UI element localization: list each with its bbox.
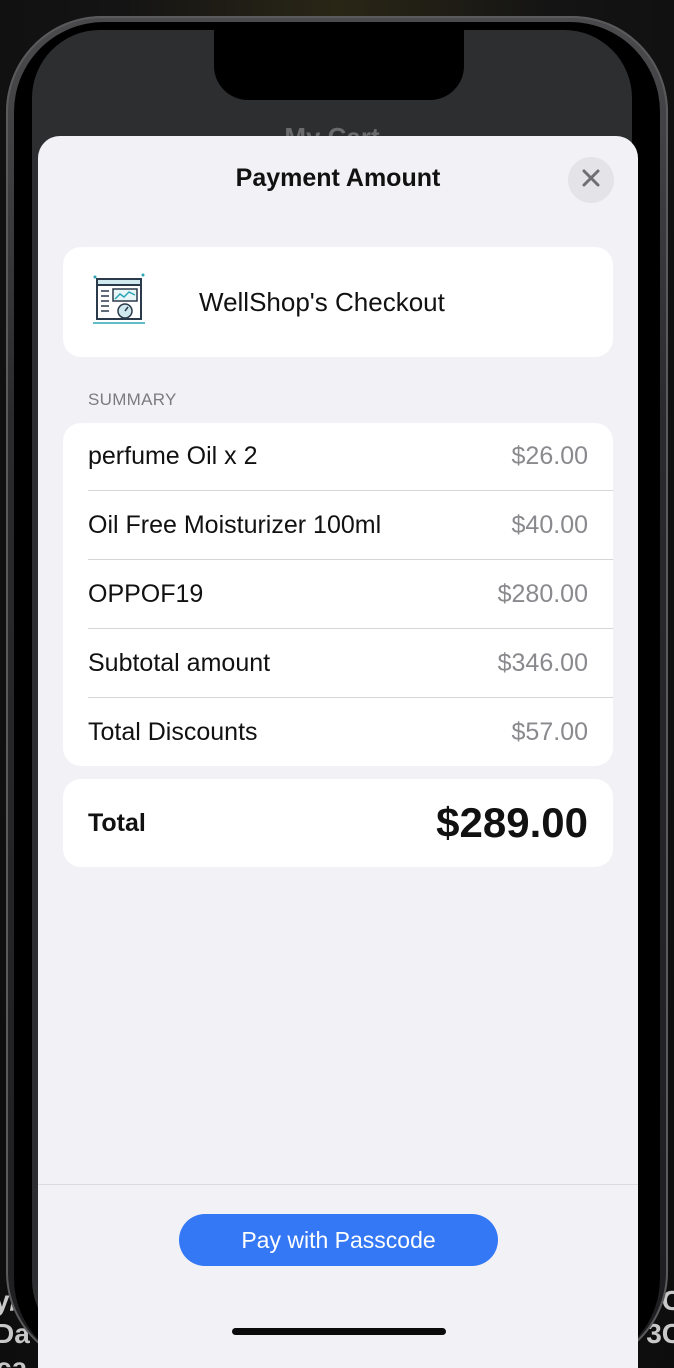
summary-row: Oil Free Moisturizer 100ml $40.00 <box>63 492 613 560</box>
summary-row-label: Oil Free Moisturizer 100ml <box>88 511 382 539</box>
summary-row-value: $57.00 <box>511 718 588 746</box>
summary-row-label: Total Discounts <box>88 718 258 746</box>
summary-row-label: OPPOF19 <box>88 580 204 608</box>
xmark-icon <box>581 168 601 193</box>
merchant-name: WellShop's Checkout <box>199 287 445 317</box>
sheet-title: Payment Amount <box>235 164 441 192</box>
row-divider <box>88 559 613 560</box>
summary-row: Total Discounts $57.00 <box>63 699 613 767</box>
pay-with-passcode-button[interactable]: Pay with Passcode <box>179 1214 498 1266</box>
close-button[interactable] <box>568 157 614 203</box>
summary-row-value: $346.00 <box>497 649 588 677</box>
merchant-card: WellShop's Checkout <box>63 247 613 357</box>
summary-row: perfume Oil x 2 $26.00 <box>63 423 613 491</box>
summary-row-label: perfume Oil x 2 <box>88 442 258 470</box>
summary-row-value: $40.00 <box>511 511 588 539</box>
total-value: $289.00 <box>436 799 588 846</box>
summary-section-label: SUMMARY <box>88 390 177 409</box>
total-card: Total $289.00 <box>63 779 613 867</box>
summary-card: perfume Oil x 2 $26.00 Oil Free Moisturi… <box>63 423 613 766</box>
summary-row-value: $26.00 <box>511 442 588 470</box>
row-divider <box>88 628 613 629</box>
summary-row: OPPOF19 $280.00 <box>63 561 613 629</box>
screenshot-stage: y/ Da ca C 3C My Cart Payment Amount <box>0 0 674 1368</box>
dashboard-report-icon <box>91 273 147 331</box>
phone-notch <box>214 28 464 100</box>
home-indicator <box>232 1328 446 1335</box>
summary-row-label: Subtotal amount <box>88 649 271 677</box>
payment-sheet: Payment Amount WellShop's Checkout SUMMA… <box>38 136 638 1368</box>
row-divider <box>88 490 613 491</box>
summary-row-value: $280.00 <box>497 580 588 608</box>
row-divider <box>88 697 613 698</box>
sheet-header: Payment Amount <box>38 136 638 224</box>
total-label: Total <box>88 809 146 837</box>
summary-row: Subtotal amount $346.00 <box>63 630 613 698</box>
background-fragment: ca <box>0 1352 28 1368</box>
footer-divider <box>38 1184 638 1185</box>
